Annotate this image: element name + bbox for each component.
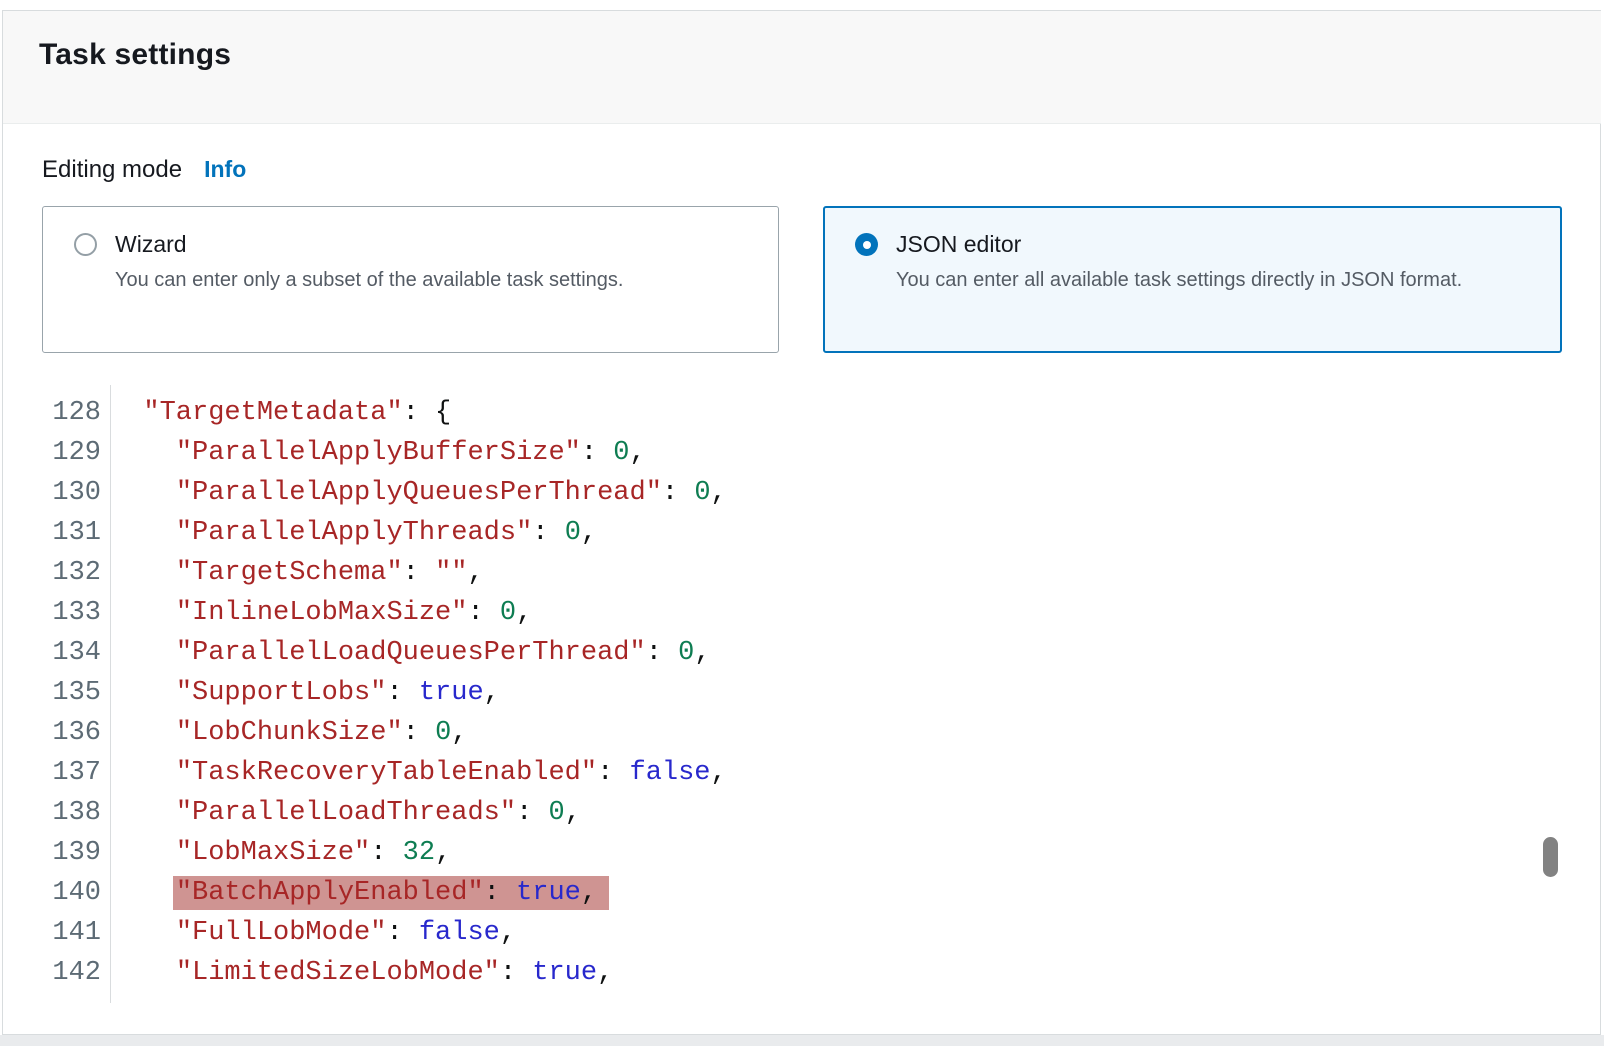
line-number: 138: [0, 793, 110, 833]
editor-line-code[interactable]: "LobMaxSize": 32,: [110, 833, 451, 873]
editor-line-code[interactable]: "FullLobMode": false,: [110, 913, 516, 953]
panel-header: [3, 11, 1601, 124]
editor-line-code[interactable]: "BatchApplyEnabled": true,: [110, 873, 609, 913]
editor-line-code[interactable]: "TargetSchema": "",: [110, 553, 484, 593]
editor-line-code[interactable]: "InlineLobMaxSize": 0,: [110, 593, 532, 633]
editor-line[interactable]: 133 "InlineLobMaxSize": 0,: [0, 593, 1530, 633]
line-number: 128: [0, 393, 110, 433]
editor-line[interactable]: 139 "LobMaxSize": 32,: [0, 833, 1530, 873]
editing-mode-label: Editing mode: [42, 156, 182, 184]
line-number: 130: [0, 473, 110, 513]
highlighted-code: "BatchApplyEnabled": true,: [173, 876, 609, 910]
editor-line-code[interactable]: "TargetMetadata": {: [110, 393, 451, 433]
editor-line[interactable]: 140 "BatchApplyEnabled": true,: [0, 873, 1530, 913]
line-number: 131: [0, 513, 110, 553]
editor-line[interactable]: 135 "SupportLobs": true,: [0, 673, 1530, 713]
json-code-editor[interactable]: 128 "TargetMetadata": {129 "ParallelAppl…: [0, 393, 1530, 993]
editor-line[interactable]: 137 "TaskRecoveryTableEnabled": false,: [0, 753, 1530, 793]
page-footer-strip: [0, 1035, 1604, 1046]
line-number: 132: [0, 553, 110, 593]
editor-line[interactable]: 141 "FullLobMode": false,: [0, 913, 1530, 953]
radio-unselected-icon[interactable]: [74, 233, 97, 256]
editor-line[interactable]: 129 "ParallelApplyBufferSize": 0,: [0, 433, 1530, 473]
editor-line[interactable]: 128 "TargetMetadata": {: [0, 393, 1530, 433]
tile-wizard[interactable]: Wizard You can enter only a subset of th…: [42, 206, 779, 353]
line-number: 135: [0, 673, 110, 713]
editor-line-code[interactable]: "ParallelApplyQueuesPerThread": 0,: [110, 473, 727, 513]
line-number: 137: [0, 753, 110, 793]
scrollbar-thumb[interactable]: [1543, 837, 1558, 877]
editor-line[interactable]: 132 "TargetSchema": "",: [0, 553, 1530, 593]
line-number: 136: [0, 713, 110, 753]
radio-selected-icon[interactable]: [855, 233, 878, 256]
editor-line[interactable]: 134 "ParallelLoadQueuesPerThread": 0,: [0, 633, 1530, 673]
editor-line[interactable]: 130 "ParallelApplyQueuesPerThread": 0,: [0, 473, 1530, 513]
tile-json-title: JSON editor: [896, 228, 1482, 260]
editor-line-code[interactable]: "ParallelLoadThreads": 0,: [110, 793, 581, 833]
editor-line[interactable]: 138 "ParallelLoadThreads": 0,: [0, 793, 1530, 833]
editor-line-code[interactable]: "ParallelApplyThreads": 0,: [110, 513, 597, 553]
line-number: 129: [0, 433, 110, 473]
editing-mode-row: Editing mode Info: [42, 156, 246, 184]
editor-line-code[interactable]: "LimitedSizeLobMode": true,: [110, 953, 613, 993]
editor-line-code[interactable]: "SupportLobs": true,: [110, 673, 500, 713]
line-number: 141: [0, 913, 110, 953]
info-link[interactable]: Info: [204, 156, 246, 183]
editor-line-code[interactable]: "ParallelLoadQueuesPerThread": 0,: [110, 633, 711, 673]
line-number: 140: [0, 873, 110, 913]
editing-mode-options: Wizard You can enter only a subset of th…: [42, 206, 1562, 353]
line-number: 139: [0, 833, 110, 873]
tile-wizard-title: Wizard: [115, 228, 623, 260]
tile-json-editor[interactable]: JSON editor You can enter all available …: [823, 206, 1562, 353]
tile-json-description: You can enter all available task setting…: [896, 262, 1482, 299]
editor-line-code[interactable]: "TaskRecoveryTableEnabled": false,: [110, 753, 727, 793]
editor-line[interactable]: 136 "LobChunkSize": 0,: [0, 713, 1530, 753]
editor-line-code[interactable]: "LobChunkSize": 0,: [110, 713, 467, 753]
editor-line[interactable]: 142 "LimitedSizeLobMode": true,: [0, 953, 1530, 993]
tile-json-text: JSON editor You can enter all available …: [896, 228, 1482, 299]
tile-wizard-text: Wizard You can enter only a subset of th…: [115, 228, 623, 299]
editor-line[interactable]: 131 "ParallelApplyThreads": 0,: [0, 513, 1530, 553]
line-number: 133: [0, 593, 110, 633]
line-number: 142: [0, 953, 110, 993]
editor-line-code[interactable]: "ParallelApplyBufferSize": 0,: [110, 433, 646, 473]
line-number: 134: [0, 633, 110, 673]
page-title: Task settings: [39, 38, 231, 72]
tile-wizard-description: You can enter only a subset of the avail…: [115, 262, 623, 299]
